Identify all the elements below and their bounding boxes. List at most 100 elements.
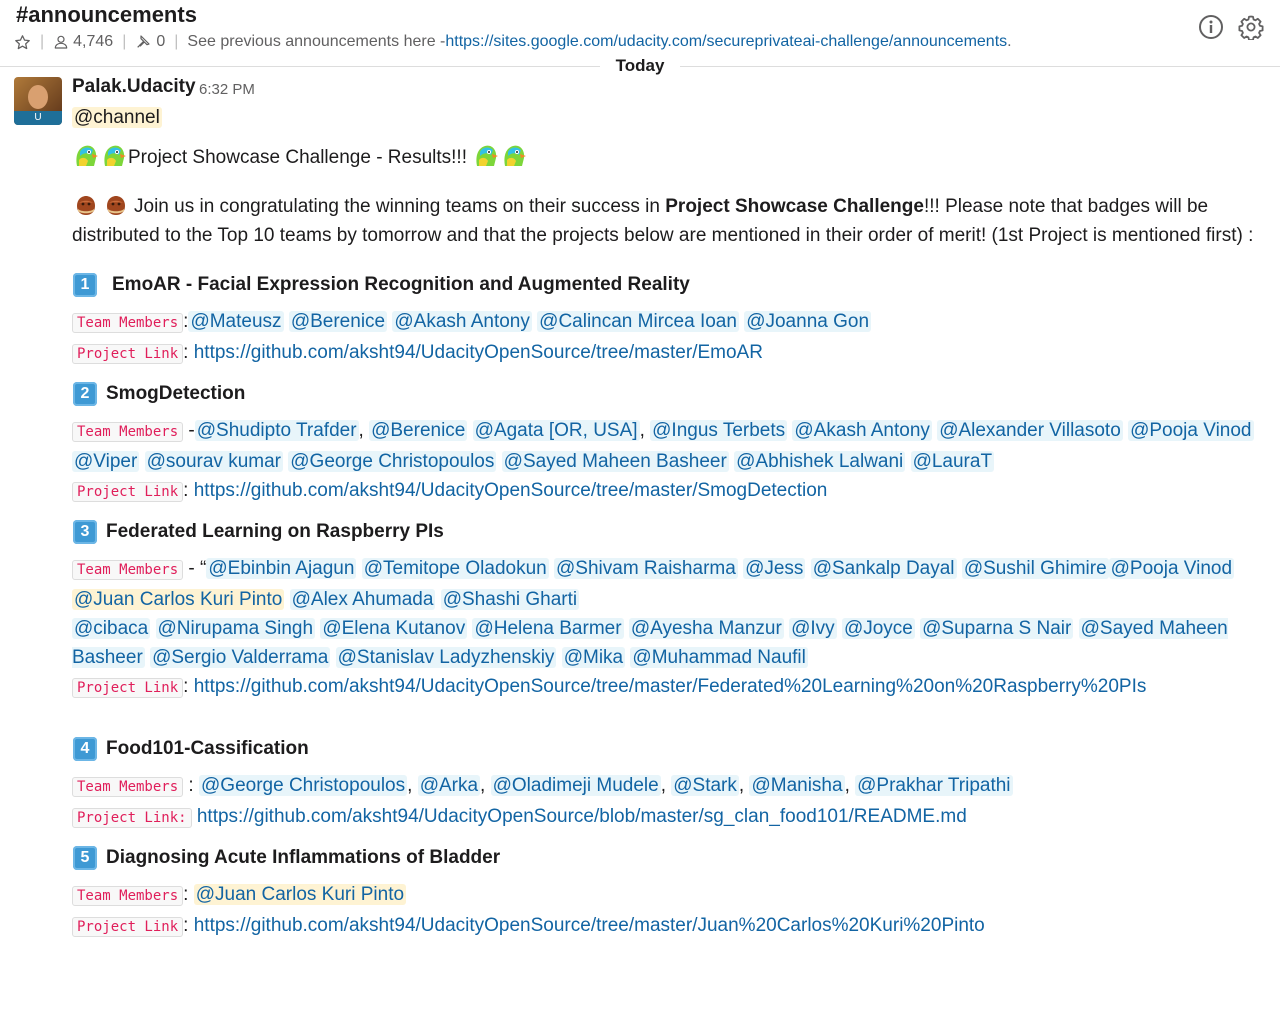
project-title-line: 5 Diagnosing Acute Inflammations of Blad… xyxy=(72,843,1272,872)
member-count[interactable]: 4,746 xyxy=(73,33,113,51)
user-mention[interactable]: @LauraT xyxy=(910,451,995,472)
day-divider: Today xyxy=(0,56,1280,76)
project-link-line: Project Link: https://github.com/aksht94… xyxy=(72,476,1272,507)
chestnut-icon xyxy=(107,196,125,215)
person-icon xyxy=(53,34,69,50)
number-badge: 5 xyxy=(73,845,97,870)
message-heading: Project Showcase Challenge - Results!!! xyxy=(128,147,467,168)
project-link[interactable]: https://github.com/aksht94/UdacityOpenSo… xyxy=(194,915,985,936)
project-link[interactable]: https://github.com/aksht94/UdacityOpenSo… xyxy=(194,342,763,363)
sender-name[interactable]: Palak.Udacity xyxy=(72,76,196,98)
user-mention[interactable]: @Ivy xyxy=(789,618,837,639)
star-icon[interactable] xyxy=(14,34,31,51)
user-mention[interactable]: @Nirupama Singh xyxy=(155,618,316,639)
user-mention[interactable]: @Stanislav Ladyzhenskiy xyxy=(335,647,557,668)
project-title: EmoAR - Facial Expression Recognition an… xyxy=(112,274,690,295)
self-mention[interactable]: @Juan Carlos Kuri Pinto xyxy=(72,589,285,610)
user-mention[interactable]: @Shivam Raisharma xyxy=(554,558,738,579)
user-mention[interactable]: @Helena Barmer xyxy=(472,618,624,639)
user-mention[interactable]: @Pooja Vinod xyxy=(1108,558,1235,579)
channel-meta: | 4,746 | 0 | See previous announcements… xyxy=(14,33,1012,51)
party-parrot-icon xyxy=(76,145,98,166)
user-mention[interactable]: @Stark xyxy=(671,775,739,796)
intro-paragraph: Join us in congratulating the winning te… xyxy=(72,192,1272,250)
avatar[interactable]: U xyxy=(14,77,62,125)
project-title: Diagnosing Acute Inflammations of Bladde… xyxy=(106,847,501,868)
user-mention[interactable]: @Ayesha Manzur xyxy=(628,618,784,639)
user-mention[interactable]: @Calincan Mircea Ioan xyxy=(537,311,739,332)
number-badge: 1 xyxy=(73,272,97,297)
project-link-tag: Project Link xyxy=(72,344,184,364)
team-members-tag: Team Members xyxy=(72,422,184,442)
user-mention[interactable]: @Shashi Gharti xyxy=(440,589,580,610)
team-members-line: Team Members - “@Ebinbin Ajagun @Temitop… xyxy=(72,558,1235,668)
user-mention[interactable]: @Temitope Oladokun xyxy=(361,558,549,579)
message-body: @channel Project Showcase Challenge - Re… xyxy=(72,103,1272,942)
user-mention[interactable]: @Abhishek Lalwani xyxy=(734,451,906,472)
project-title-line: 3 Federated Learning on Raspberry PIs xyxy=(72,517,1272,546)
project-link[interactable]: https://github.com/aksht94/UdacityOpenSo… xyxy=(194,480,828,501)
user-mention[interactable]: @Viper xyxy=(72,451,140,472)
user-mention[interactable]: @Akash Antony xyxy=(392,311,532,332)
user-mention[interactable]: @Ingus Terbets xyxy=(650,420,788,441)
user-mention[interactable]: @Mika xyxy=(561,647,626,668)
channel-topic-link[interactable]: https://sites.google.com/udacity.com/sec… xyxy=(445,33,1007,51)
project-link-line: Project Link: https://github.com/aksht94… xyxy=(72,338,1272,369)
user-mention[interactable]: @Alexander Villasoto xyxy=(937,420,1123,441)
user-mention[interactable]: @Shudipto Trafder xyxy=(194,420,359,441)
project-link-line: Project Link: https://github.com/aksht94… xyxy=(72,911,1272,942)
channel-mention[interactable]: @channel xyxy=(72,107,162,128)
header-actions xyxy=(1198,14,1264,40)
intro-text: Join us in congratulating the winning te… xyxy=(134,196,666,217)
user-mention[interactable]: @Suparna S Nair xyxy=(920,618,1074,639)
user-mention[interactable]: @George Christopoulos xyxy=(288,451,497,472)
user-mention[interactable]: @Joyce xyxy=(841,618,915,639)
channel-name[interactable]: #announcements xyxy=(16,2,197,28)
user-mention[interactable]: @Sayed Maheen Basheer xyxy=(501,451,729,472)
user-mention[interactable]: @Prakhar Tripathi xyxy=(855,775,1013,796)
user-mention[interactable]: @Alex Ahumada xyxy=(289,589,436,610)
project-link[interactable]: https://github.com/aksht94/UdacityOpenSo… xyxy=(197,806,967,827)
user-mention[interactable]: @Jess xyxy=(743,558,806,579)
user-mention[interactable]: @George Christopoulos xyxy=(199,775,408,796)
project-link-tag: Project Link xyxy=(72,482,184,502)
user-mention[interactable]: @Elena Kutanov xyxy=(320,618,468,639)
user-mention[interactable]: @Oladimeji Mudele xyxy=(490,775,661,796)
intro-bold: Project Showcase Challenge xyxy=(665,196,924,217)
team-members-line: Team Members : @George Christopoulos, @A… xyxy=(72,771,1272,802)
user-mention[interactable]: @cibaca xyxy=(72,618,151,639)
project-title: SmogDetection xyxy=(106,383,246,404)
user-mention[interactable]: @Sushil Ghimire xyxy=(961,558,1109,579)
number-badge: 4 xyxy=(73,736,97,761)
user-mention[interactable]: @sourav kumar xyxy=(144,451,283,472)
user-mention[interactable]: @Berenice xyxy=(369,420,468,441)
user-mention[interactable]: @Mateusz xyxy=(188,311,284,332)
channel-topic-suffix: . xyxy=(1007,33,1012,50)
project-title: Federated Learning on Raspberry PIs xyxy=(106,521,444,542)
user-mention[interactable]: @Manisha xyxy=(749,775,845,796)
user-mention[interactable]: @Akash Antony xyxy=(792,420,932,441)
user-mention[interactable]: @Muhammad Naufil xyxy=(630,647,808,668)
info-icon[interactable] xyxy=(1198,14,1224,40)
chestnut-icon xyxy=(77,196,95,215)
team-members-line: Team Members: @Juan Carlos Kuri Pinto xyxy=(72,880,1272,911)
user-mention[interactable]: @Arka xyxy=(417,775,481,796)
divider: | xyxy=(40,33,45,50)
number-badge: 3 xyxy=(73,519,97,544)
user-mention[interactable]: @Pooja Vinod xyxy=(1128,420,1254,441)
user-mention[interactable]: @Joanna Gon xyxy=(744,311,872,332)
project-link[interactable]: https://github.com/aksht94/UdacityOpenSo… xyxy=(194,676,1147,697)
gear-icon[interactable] xyxy=(1238,14,1264,40)
user-mention[interactable]: @Agata [OR, USA] xyxy=(472,420,640,441)
divider: | xyxy=(122,33,127,50)
pinned-count[interactable]: 0 xyxy=(156,33,165,51)
message-time[interactable]: 6:32 PM xyxy=(199,81,255,98)
channel-topic-text: See previous announcements here - xyxy=(187,33,446,50)
user-mention[interactable]: @Sergio Valderrama xyxy=(150,647,331,668)
self-mention[interactable]: @Juan Carlos Kuri Pinto xyxy=(193,884,407,905)
user-mention[interactable]: @Sankalp Dayal xyxy=(810,558,957,579)
team-members-tag: Team Members xyxy=(72,777,184,797)
user-mention[interactable]: @Berenice xyxy=(288,311,388,332)
user-mention[interactable]: @Ebinbin Ajagun xyxy=(206,558,357,579)
day-divider-label[interactable]: Today xyxy=(599,56,681,75)
